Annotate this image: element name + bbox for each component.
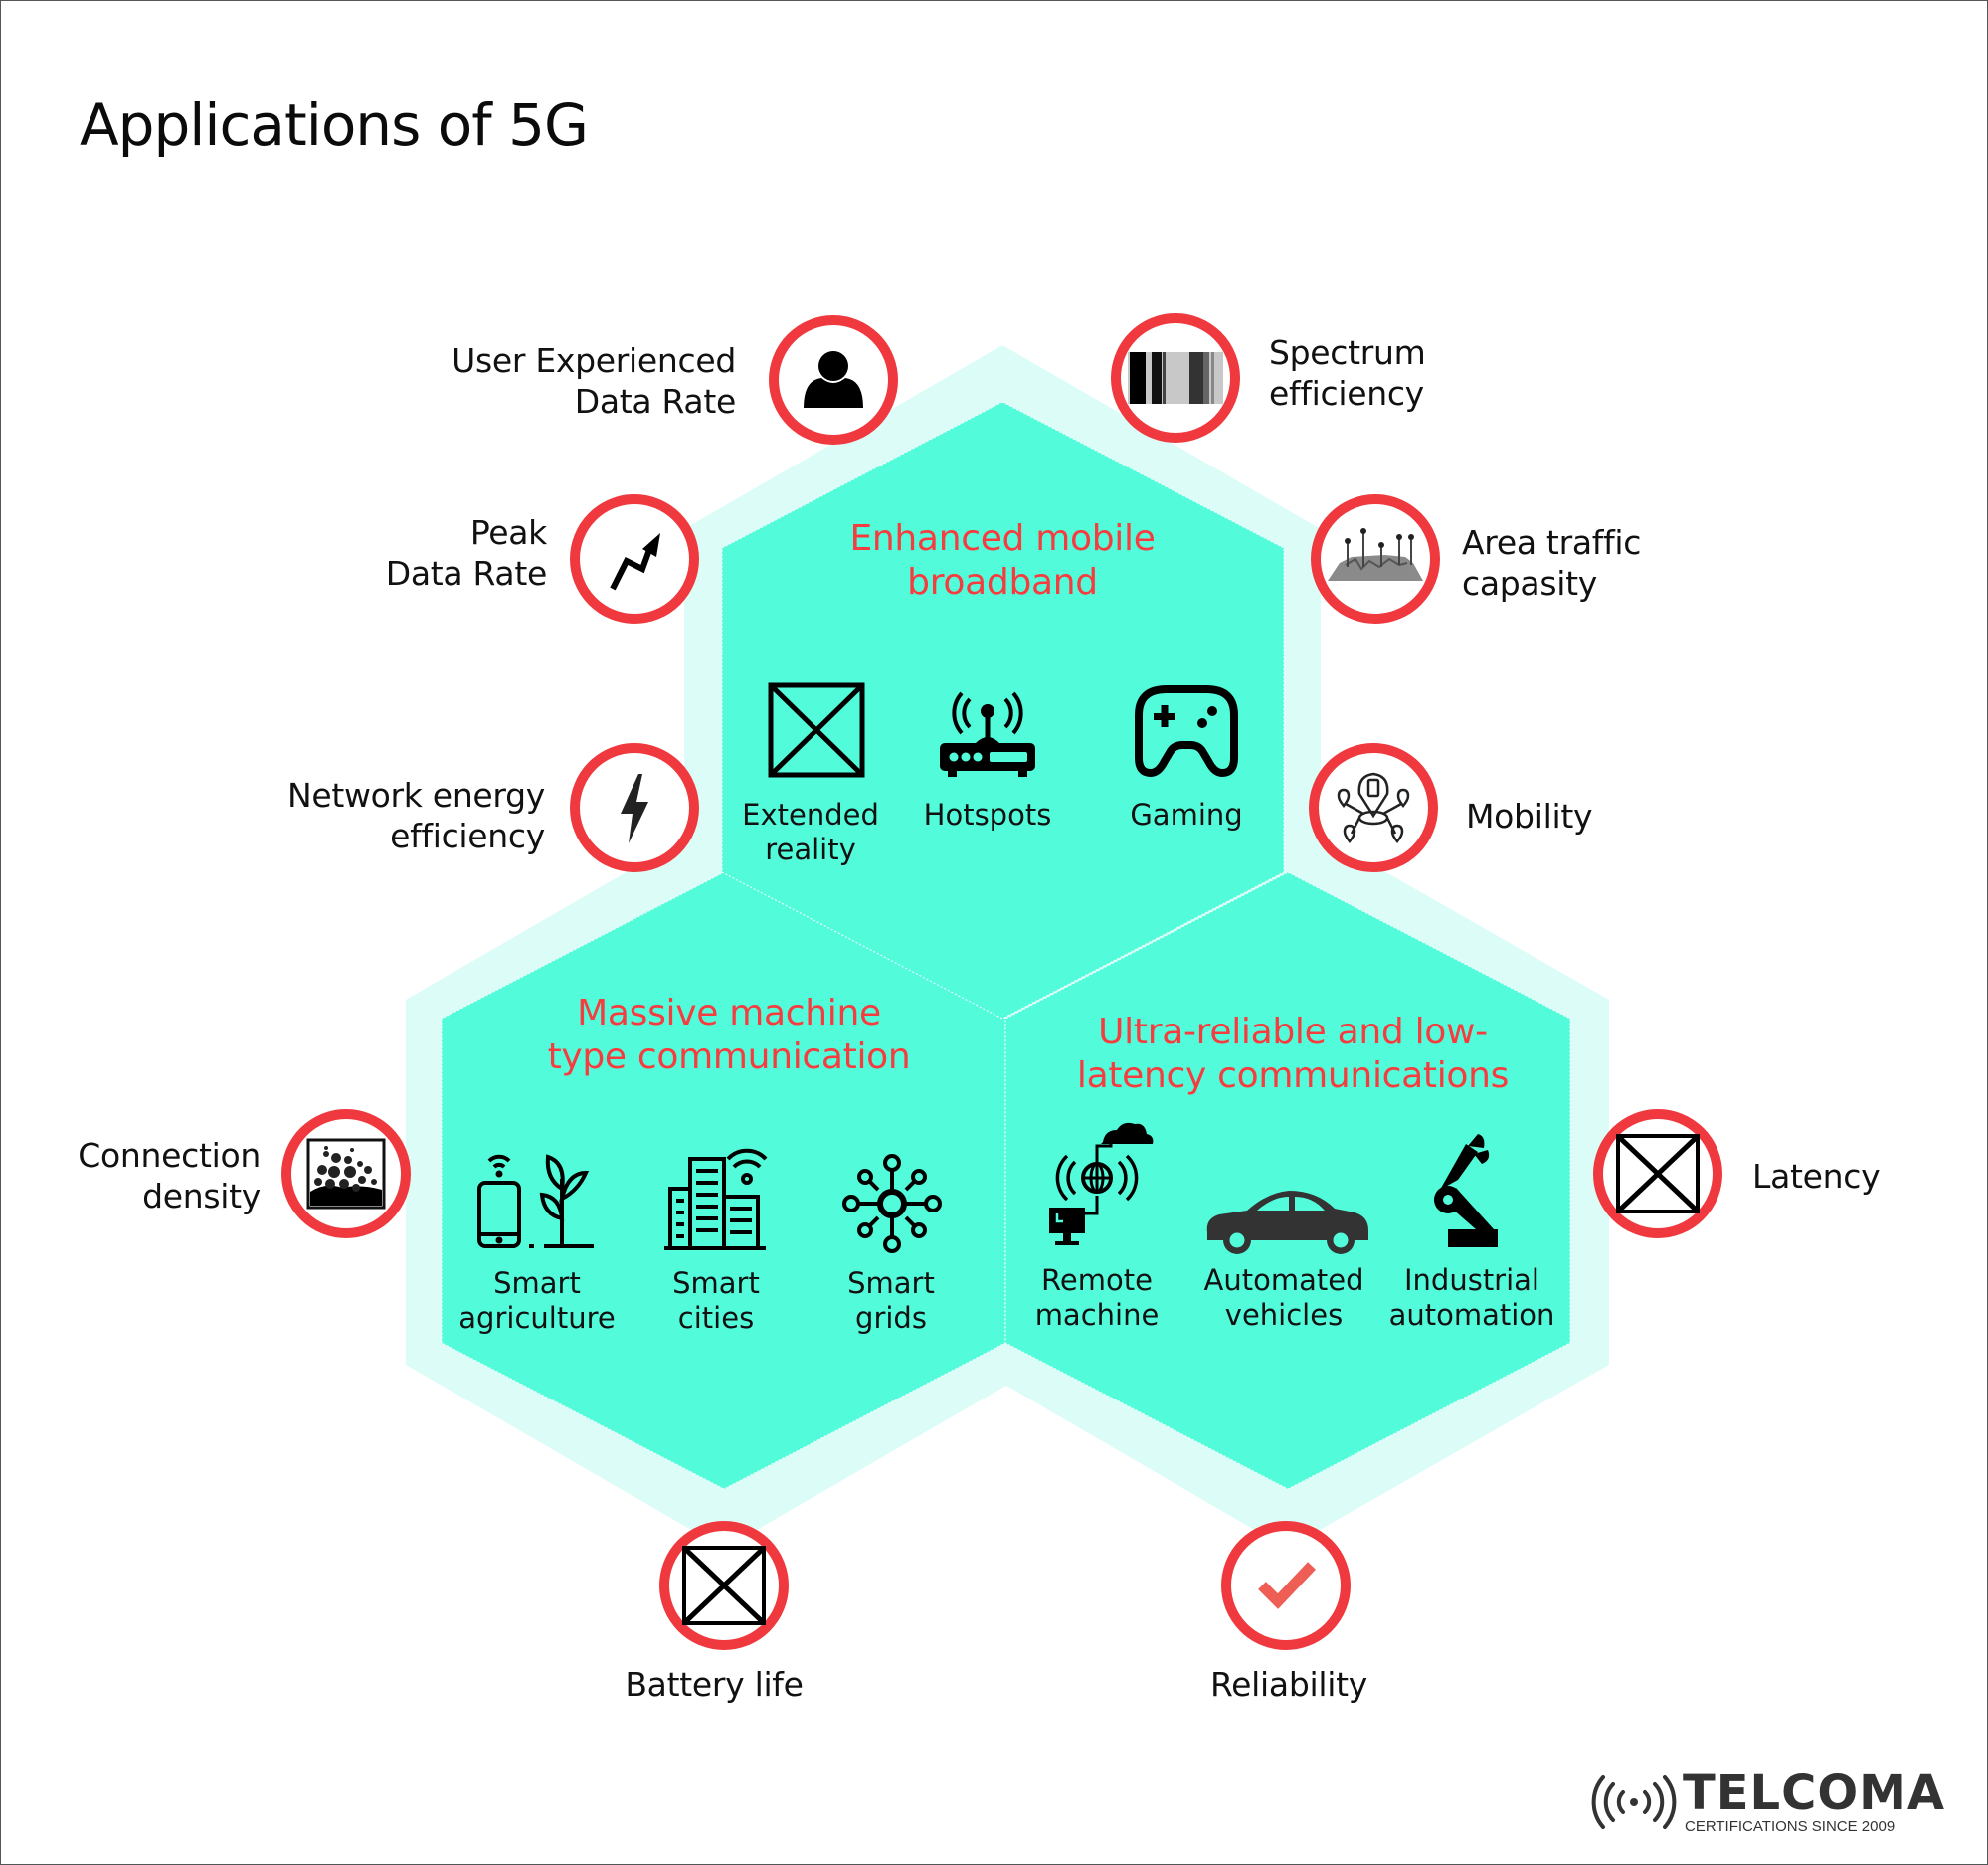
label-line: Reliability — [1210, 1665, 1367, 1704]
kpi-circle-network-energy-efficiency — [570, 743, 699, 872]
heading-line: Ultra-reliable and low- — [1098, 1012, 1488, 1052]
kpi-circle-mobility — [1309, 743, 1438, 872]
app-label-industrial-automation: Industrial automation — [1377, 1263, 1566, 1333]
kpi-circle-area-traffic-capacity — [1311, 494, 1440, 624]
label-line: Latency — [1752, 1157, 1881, 1196]
kpi-circle-battery-life — [659, 1521, 789, 1650]
label-line: Industrial — [1403, 1263, 1539, 1297]
label-line: Smart — [847, 1266, 935, 1300]
label-line: Mobility — [1466, 797, 1593, 836]
label-line: Spectrum — [1269, 333, 1426, 372]
heading-line: broadband — [907, 562, 1098, 603]
kpi-circle-spectrum-efficiency — [1111, 313, 1240, 443]
app-label-remote-machine: Remote machine — [1007, 1263, 1186, 1333]
kpi-circle-peak-data-rate — [570, 494, 699, 624]
label-line: Smart — [493, 1266, 581, 1300]
telcoma-logo: TELCOMA CERTIFICATIONS SINCE 2009 — [1591, 1766, 1944, 1845]
app-label-automated-vehicles: Automated vehicles — [1189, 1263, 1378, 1333]
kpi-circle-connection-density — [281, 1109, 411, 1238]
label-line: Remote — [1041, 1263, 1153, 1297]
kpi-circle-reliability — [1221, 1521, 1351, 1650]
kpi-circle-latency — [1593, 1109, 1722, 1238]
label-line: efficiency — [1269, 374, 1424, 413]
kpi-label-reliability: Reliability — [1140, 1664, 1438, 1705]
label-line: Area traffic — [1462, 523, 1642, 562]
spectrum-bars-icon — [1128, 352, 1223, 404]
kpi-ring — [570, 494, 699, 624]
label-line: Network energy — [286, 776, 545, 815]
label-line: Peak — [469, 513, 547, 552]
kpi-circle-user-experienced-data-rate — [769, 315, 898, 445]
label-line: machine — [1034, 1298, 1160, 1332]
label-line: capasity — [1462, 564, 1597, 603]
label-line: Smart — [672, 1266, 760, 1300]
kpi-label-connection-density: Connection density — [20, 1135, 261, 1216]
app-label-smart-grids: Smart grids — [802, 1266, 981, 1336]
label-line: Gaming — [1130, 798, 1243, 832]
label-line: Battery life — [625, 1665, 804, 1704]
kpi-label-battery-life: Battery life — [565, 1664, 863, 1705]
app-label-smart-cities: Smart cities — [627, 1266, 806, 1336]
kpi-ring — [1309, 743, 1438, 872]
kpi-label-area-traffic-capacity: Area traffic capasity — [1462, 522, 1760, 604]
hexagon-diagram — [281, 313, 1722, 1829]
kpi-label-spectrum-efficiency: Spectrum efficiency — [1269, 332, 1567, 414]
label-line: vehicles — [1224, 1298, 1344, 1332]
label-line: density — [142, 1177, 261, 1215]
heading-embb: Enhanced mobile broadband — [804, 517, 1201, 605]
heading-mmtc: Massive machine type communication — [515, 992, 943, 1079]
label-line: Extended — [742, 798, 879, 832]
heading-line: latency communications — [1076, 1055, 1510, 1096]
dense-particles-icon — [306, 1138, 386, 1210]
app-label-extended-reality: Extended reality — [726, 798, 895, 867]
logo-wordmark: TELCOMA — [1683, 1766, 1946, 1821]
label-line: efficiency — [390, 817, 545, 855]
kpi-label-mobility: Mobility — [1466, 796, 1764, 837]
label-line: Connection — [78, 1136, 261, 1175]
logo-tagline: CERTIFICATIONS SINCE 2009 — [1685, 1818, 1896, 1835]
label-line: Automated — [1203, 1263, 1364, 1297]
label-line: automation — [1388, 1298, 1555, 1332]
kpi-label-network-energy-efficiency: Network energy efficiency — [199, 775, 545, 856]
label-line: agriculture — [458, 1301, 616, 1335]
app-label-gaming: Gaming — [1102, 798, 1271, 833]
app-label-hotspots: Hotspots — [903, 798, 1072, 833]
label-line: User Experienced — [452, 341, 736, 380]
label-line: Data Rate — [574, 382, 737, 421]
label-line: Data Rate — [385, 554, 548, 593]
heading-line: Enhanced mobile — [849, 518, 1156, 559]
kpi-label-user-experienced-data-rate: User Experienced Data Rate — [398, 340, 736, 422]
label-line: Hotspots — [923, 798, 1052, 832]
label-line: cities — [677, 1301, 755, 1335]
heading-line: type communication — [547, 1036, 911, 1077]
heading-line: Massive machine — [577, 993, 881, 1033]
heading-urllc: Ultra-reliable and low- latency communic… — [1064, 1011, 1522, 1098]
kpi-label-peak-data-rate: Peak Data Rate — [249, 512, 548, 594]
app-label-smart-agriculture: Smart agriculture — [448, 1266, 627, 1336]
label-line: grids — [855, 1301, 927, 1335]
label-line: reality — [765, 833, 856, 866]
kpi-label-latency: Latency — [1752, 1156, 1951, 1197]
